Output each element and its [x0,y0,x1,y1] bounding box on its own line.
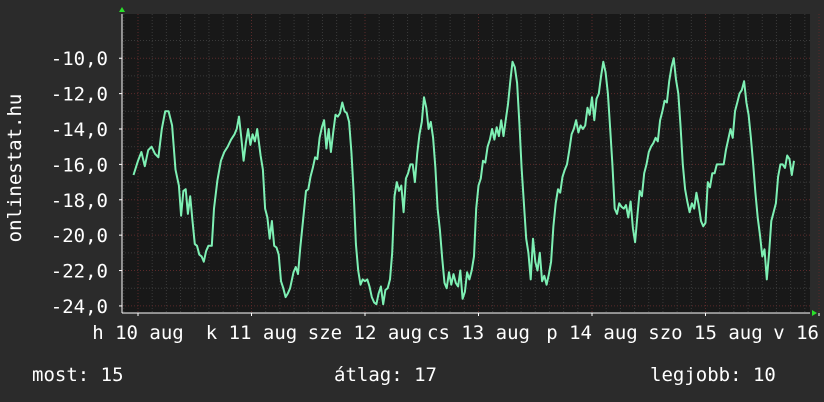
y-axis-label: onlinestat.hu [4,94,26,243]
y-tick-label: -20,0 [51,225,108,247]
x-tick-label: cs 13 aug [427,322,530,344]
x-tick-label: k 11 aug [206,322,298,344]
average-value: átlag: 17 [334,364,437,386]
y-tick-label: -12,0 [51,84,108,106]
x-tick-label: sze 12 aug [308,322,422,344]
temperature-chart: -24,0 -22,0 -20,0 -18,0 -16,0 -14,0 -12,0 -10,0… [0,0,824,402]
y-tick-label: -18,0 [51,190,108,212]
x-tick-label: szo 15 aug [648,322,762,344]
y-tick-label: -14,0 [51,119,108,141]
y-tick-label: -22,0 [51,261,108,283]
x-tick-label: p 14 aug [546,322,638,344]
plot-area [122,14,810,313]
current-value: most: 15 [32,364,124,386]
y-tick-label: -24,0 [51,296,108,318]
y-tick-label: -10,0 [51,48,108,70]
x-tick-label: h 10 aug [92,322,184,344]
x-tick-label: v 16 aug [773,322,824,344]
y-tick-label: -16,0 [51,154,108,176]
best-value: legjobb: 10 [650,364,776,386]
